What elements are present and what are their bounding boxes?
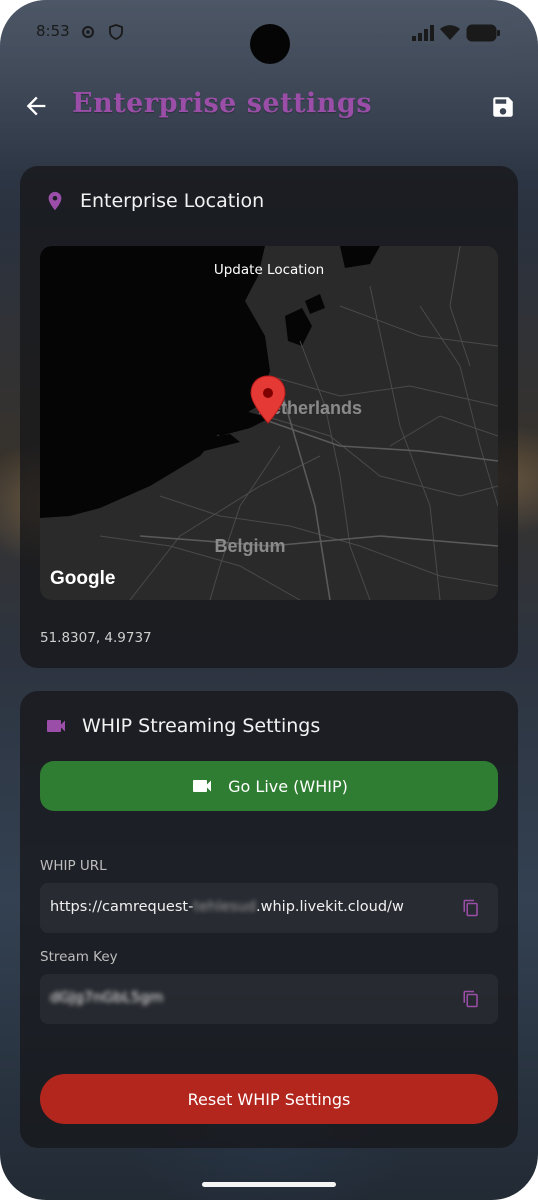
coordinates-text: 51.8307, 4.9737 (40, 630, 152, 646)
map-label-belgium: Belgium (214, 536, 285, 556)
map-canvas: Netherlands Belgium Google (40, 246, 498, 600)
google-attribution: Google (50, 568, 115, 589)
wifi-icon (440, 25, 460, 40)
settings-icon (82, 26, 94, 38)
copy-icon[interactable] (462, 990, 480, 1008)
stream-key-field[interactable]: dGJg7nGbL5gm (40, 974, 498, 1024)
location-card: Enterprise Location Netherlands Belgium … (20, 166, 518, 668)
page-title: Enterprise settings (72, 88, 373, 119)
whip-url-label: WHIP URL (40, 858, 107, 874)
reset-whip-button[interactable]: Reset WHIP Settings (40, 1074, 498, 1124)
location-card-header: Enterprise Location (44, 186, 264, 216)
whip-card-title: WHIP Streaming Settings (82, 715, 321, 737)
copy-icon[interactable] (462, 899, 480, 917)
update-location-label[interactable]: Update Location (40, 262, 498, 278)
whip-url-value: https://camrequest-tehlesud.whip.livekit… (50, 899, 404, 915)
videocam-icon (193, 780, 212, 792)
whip-url-redacted: tehlesud (193, 899, 257, 915)
whip-card-header: WHIP Streaming Settings (44, 711, 320, 741)
battery-icon (466, 24, 500, 42)
app-bar: Enterprise settings (0, 80, 538, 136)
save-icon[interactable] (490, 94, 516, 120)
location-map[interactable]: Netherlands Belgium Google Update Locati… (40, 246, 498, 600)
status-right-icons (412, 24, 500, 42)
status-time: 8:53 (36, 22, 70, 40)
go-live-button[interactable]: Go Live (WHIP) (40, 761, 498, 811)
phone-screen: 8:53 Enterprise settings Enterprise Loca… (0, 0, 538, 1200)
stream-key-value: dGJg7nGbL5gm (50, 990, 164, 1006)
home-indicator[interactable] (202, 1182, 336, 1187)
signal-icon (412, 25, 434, 41)
whip-url-field[interactable]: https://camrequest-tehlesud.whip.livekit… (40, 883, 498, 933)
reset-whip-label: Reset WHIP Settings (187, 1089, 351, 1109)
location-pin-icon (48, 191, 62, 211)
videocam-icon (47, 720, 65, 732)
whip-card: WHIP Streaming Settings Go Live (WHIP) W… (20, 691, 518, 1148)
arrow-left-icon[interactable] (22, 92, 50, 120)
go-live-label: Go Live (WHIP) (228, 776, 348, 796)
location-card-title: Enterprise Location (80, 190, 265, 212)
camera-cutout (250, 24, 290, 64)
stream-key-label: Stream Key (40, 949, 118, 965)
shield-icon (109, 24, 123, 40)
